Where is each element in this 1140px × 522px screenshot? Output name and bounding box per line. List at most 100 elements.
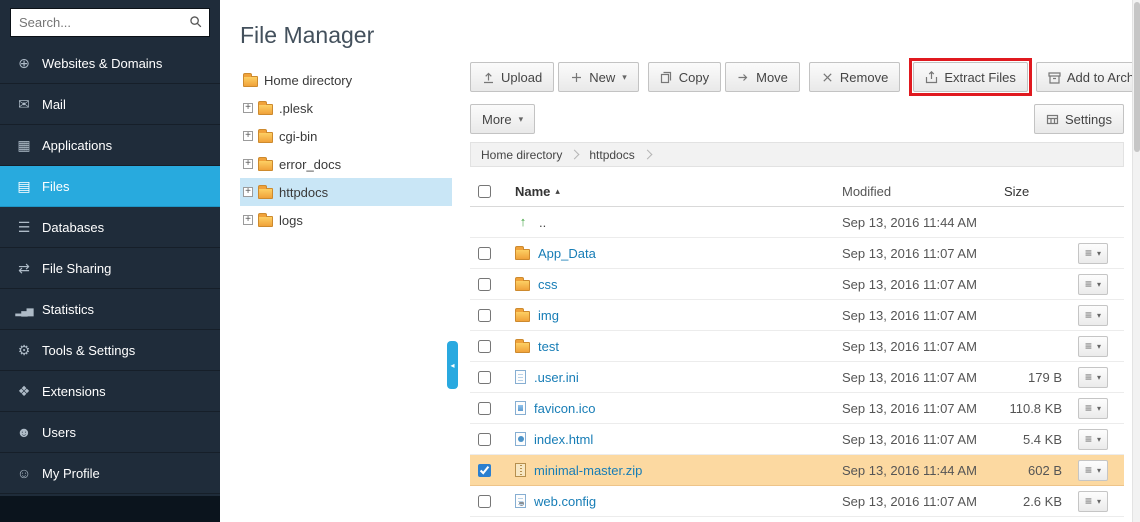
file-name-link[interactable]: test: [538, 339, 559, 354]
toolbar-primary: Upload New ▾ Copy Move: [470, 58, 1124, 96]
sidebar-item[interactable]: File Sharing: [0, 248, 220, 289]
file-name-link[interactable]: minimal-master.zip: [534, 463, 642, 478]
tree-item[interactable]: httpdocs: [240, 178, 452, 206]
tree-item-label: .plesk: [279, 101, 313, 116]
name-column-header[interactable]: Name: [515, 184, 550, 199]
expand-icon[interactable]: [243, 215, 253, 225]
tree-item[interactable]: .plesk: [240, 94, 452, 122]
extract-files-button[interactable]: Extract Files: [913, 62, 1028, 92]
new-icon: [570, 71, 583, 84]
row-checkbox[interactable]: [478, 464, 491, 477]
expand-icon[interactable]: [243, 159, 253, 169]
sidebar-item-label: Mail: [42, 97, 66, 112]
tree-item[interactable]: logs: [240, 206, 452, 234]
sidebar-item[interactable]: Statistics: [0, 289, 220, 330]
sort-asc-icon: ▴: [555, 186, 560, 197]
row-checkbox[interactable]: [478, 495, 491, 508]
tree-item[interactable]: cgi-bin: [240, 122, 452, 150]
tree-item[interactable]: error_docs: [240, 150, 452, 178]
new-button[interactable]: New ▾: [558, 62, 639, 92]
file-name-link[interactable]: .user.ini: [534, 370, 579, 385]
tree-item-label: httpdocs: [279, 185, 328, 200]
globe-icon: [13, 55, 35, 72]
copy-icon: [660, 71, 673, 84]
file-name-link[interactable]: favicon.ico: [534, 401, 595, 416]
tree-collapse-handle[interactable]: ◂: [447, 341, 458, 389]
sidebar-item[interactable]: Databases: [0, 207, 220, 248]
extensions-icon: [13, 383, 35, 400]
file-name-link[interactable]: web.config: [534, 494, 596, 509]
size-cell: 602 B: [998, 463, 1078, 478]
sidebar-item[interactable]: Websites & Domains: [0, 43, 220, 84]
file-name-link[interactable]: App_Data: [538, 246, 596, 261]
copy-button[interactable]: Copy: [648, 62, 721, 92]
file-name-link[interactable]: index.html: [534, 432, 593, 447]
modified-cell: Sep 13, 2016 11:07 AM: [842, 308, 998, 323]
file-name-link[interactable]: img: [538, 308, 559, 323]
expand-icon[interactable]: [243, 131, 253, 141]
row-checkbox[interactable]: [478, 402, 491, 415]
row-menu-button[interactable]: ≡ ▾: [1078, 336, 1108, 357]
row-checkbox[interactable]: [478, 278, 491, 291]
sidebar-item[interactable]: Applications: [0, 125, 220, 166]
row-checkbox[interactable]: [478, 247, 491, 260]
file-icon: [515, 370, 526, 384]
menu-icon: ≡: [1085, 371, 1092, 383]
sidebar-item[interactable]: Tools & Settings: [0, 330, 220, 371]
row-menu-button[interactable]: ≡ ▾: [1078, 398, 1108, 419]
row-checkbox[interactable]: [478, 371, 491, 384]
modified-column-header[interactable]: Modified: [842, 184, 998, 199]
table-row: .. Sep 13, 2016 11:44 AM ≡ ▾: [470, 207, 1124, 238]
add-to-archive-button[interactable]: Add to Archive: [1036, 62, 1140, 92]
move-button[interactable]: Move: [725, 62, 800, 92]
row-menu-button[interactable]: ≡ ▾: [1078, 305, 1108, 326]
settings-button[interactable]: Settings: [1034, 104, 1124, 134]
expand-icon[interactable]: [243, 103, 253, 113]
expand-icon[interactable]: [243, 187, 253, 197]
sidebar-item-label: Statistics: [42, 302, 94, 317]
breadcrumb: Home directory httpdocs: [470, 142, 1124, 167]
row-checkbox[interactable]: [478, 340, 491, 353]
sidebar-item[interactable]: Extensions: [0, 371, 220, 412]
breadcrumb-httpdocs[interactable]: httpdocs: [589, 148, 634, 162]
folder-icon: [258, 132, 273, 143]
table-row: .user.ini Sep 13, 2016 11:07 AM 179 B ≡ …: [470, 362, 1124, 393]
modified-cell: Sep 13, 2016 11:07 AM: [842, 277, 998, 292]
sidebar-item[interactable]: My Profile: [0, 453, 220, 494]
modified-cell: Sep 13, 2016 11:07 AM: [842, 494, 998, 509]
database-icon: [13, 219, 35, 236]
caret-down-icon: ▾: [622, 72, 627, 83]
sidebar-item[interactable]: Users: [0, 412, 220, 453]
vertical-scrollbar[interactable]: [1132, 0, 1140, 522]
row-checkbox[interactable]: [478, 309, 491, 322]
select-all-checkbox[interactable]: [478, 185, 491, 198]
row-menu-button[interactable]: ≡ ▾: [1078, 429, 1108, 450]
row-menu-button[interactable]: ≡ ▾: [1078, 274, 1108, 295]
file-table: Name ▴ Modified Size .. Sep 13, 2016 11:…: [470, 177, 1124, 517]
upload-button[interactable]: Upload: [470, 62, 554, 92]
config-icon: [515, 494, 526, 508]
scrollbar-thumb[interactable]: [1134, 2, 1140, 152]
table-row: favicon.ico Sep 13, 2016 11:07 AM 110.8 …: [470, 393, 1124, 424]
tree-item-label: error_docs: [279, 157, 341, 172]
row-menu-button[interactable]: ≡ ▾: [1078, 367, 1108, 388]
row-menu-button[interactable]: ≡ ▾: [1078, 460, 1108, 481]
row-menu-button[interactable]: ≡ ▾: [1078, 491, 1108, 512]
sidebar-item[interactable]: Files: [0, 166, 220, 207]
sidebar-item[interactable]: Mail: [0, 84, 220, 125]
modified-cell: Sep 13, 2016 11:07 AM: [842, 370, 998, 385]
row-menu-button[interactable]: ≡ ▾: [1078, 243, 1108, 264]
search-icon[interactable]: [189, 15, 203, 29]
search-input[interactable]: [10, 8, 210, 37]
file-name-link[interactable]: css: [538, 277, 558, 292]
folder-icon: [258, 104, 273, 115]
more-button[interactable]: More ▾: [470, 104, 535, 134]
breadcrumb-home-directory[interactable]: Home directory: [481, 148, 562, 162]
row-checkbox[interactable]: [478, 433, 491, 446]
tree-item[interactable]: Home directory: [240, 66, 452, 94]
size-column-header[interactable]: Size: [998, 184, 1078, 199]
file-name-link[interactable]: ..: [539, 215, 546, 230]
extract-files-icon: [925, 71, 938, 84]
remove-button[interactable]: Remove: [809, 62, 900, 92]
folder-icon: [515, 311, 530, 322]
